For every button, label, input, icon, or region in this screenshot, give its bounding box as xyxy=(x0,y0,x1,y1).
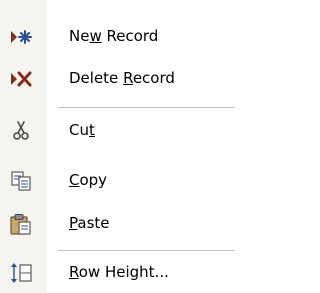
menu-item-paste[interactable]: Paste xyxy=(0,205,241,242)
row-height-icon xyxy=(8,262,34,284)
paste-icon xyxy=(8,213,34,235)
menu-separator xyxy=(58,250,235,251)
delete-record-icon xyxy=(8,68,34,90)
copy-icon xyxy=(8,170,34,192)
menu-item-delete-record[interactable]: Delete Record xyxy=(0,60,241,97)
new-record-icon xyxy=(8,26,34,48)
menu-item-copy[interactable]: Copy xyxy=(0,162,241,199)
menu-item-label: Copy xyxy=(69,171,108,189)
menu-item-cut[interactable]: Cut xyxy=(0,112,241,149)
menu-item-label: Row Height... xyxy=(69,263,169,281)
menu-item-label: Delete Record xyxy=(69,69,175,87)
scissors-icon xyxy=(8,120,34,142)
context-menu: New Record Delete Record Cut Copy Paste … xyxy=(0,0,241,293)
menu-item-label: Paste xyxy=(69,214,110,232)
menu-separator xyxy=(58,107,235,108)
menu-item-new-record[interactable]: New Record xyxy=(0,18,241,55)
menu-item-label: New Record xyxy=(69,27,159,45)
menu-item-label: Cut xyxy=(69,121,95,139)
menu-item-row-height[interactable]: Row Height... xyxy=(0,254,241,291)
